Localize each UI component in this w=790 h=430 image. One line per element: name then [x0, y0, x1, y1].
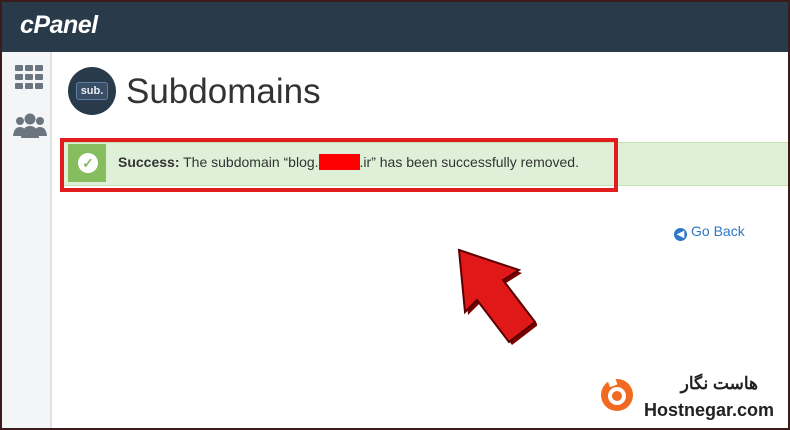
red-arrow-icon: [457, 248, 537, 345]
highlight-box: [60, 138, 618, 192]
go-back-label: Go Back: [691, 223, 745, 239]
hostnegar-logo-icon: [601, 374, 633, 411]
brand-name-en: Hostnegar.com: [644, 400, 775, 420]
users-icon[interactable]: [12, 112, 48, 140]
screenshot-frame: cPanel sub. Subdomains ✓ Success: The su…: [0, 0, 790, 430]
top-bar: cPanel: [2, 2, 788, 52]
main-content: sub. Subdomains ✓ Success: The subdomain…: [52, 52, 788, 428]
sidebar: [2, 52, 52, 428]
brand-name-fa: هاست نگار: [680, 374, 758, 393]
subdomains-icon-label: sub.: [76, 82, 108, 100]
grid-icon[interactable]: [15, 65, 43, 89]
subdomains-icon: sub.: [68, 67, 116, 115]
arrow-left-circle-icon: ◀: [674, 228, 687, 241]
page-title: Subdomains: [126, 72, 321, 111]
cpanel-logo[interactable]: cPanel: [20, 11, 98, 40]
go-back-link[interactable]: ◀ Go Back: [674, 223, 745, 241]
